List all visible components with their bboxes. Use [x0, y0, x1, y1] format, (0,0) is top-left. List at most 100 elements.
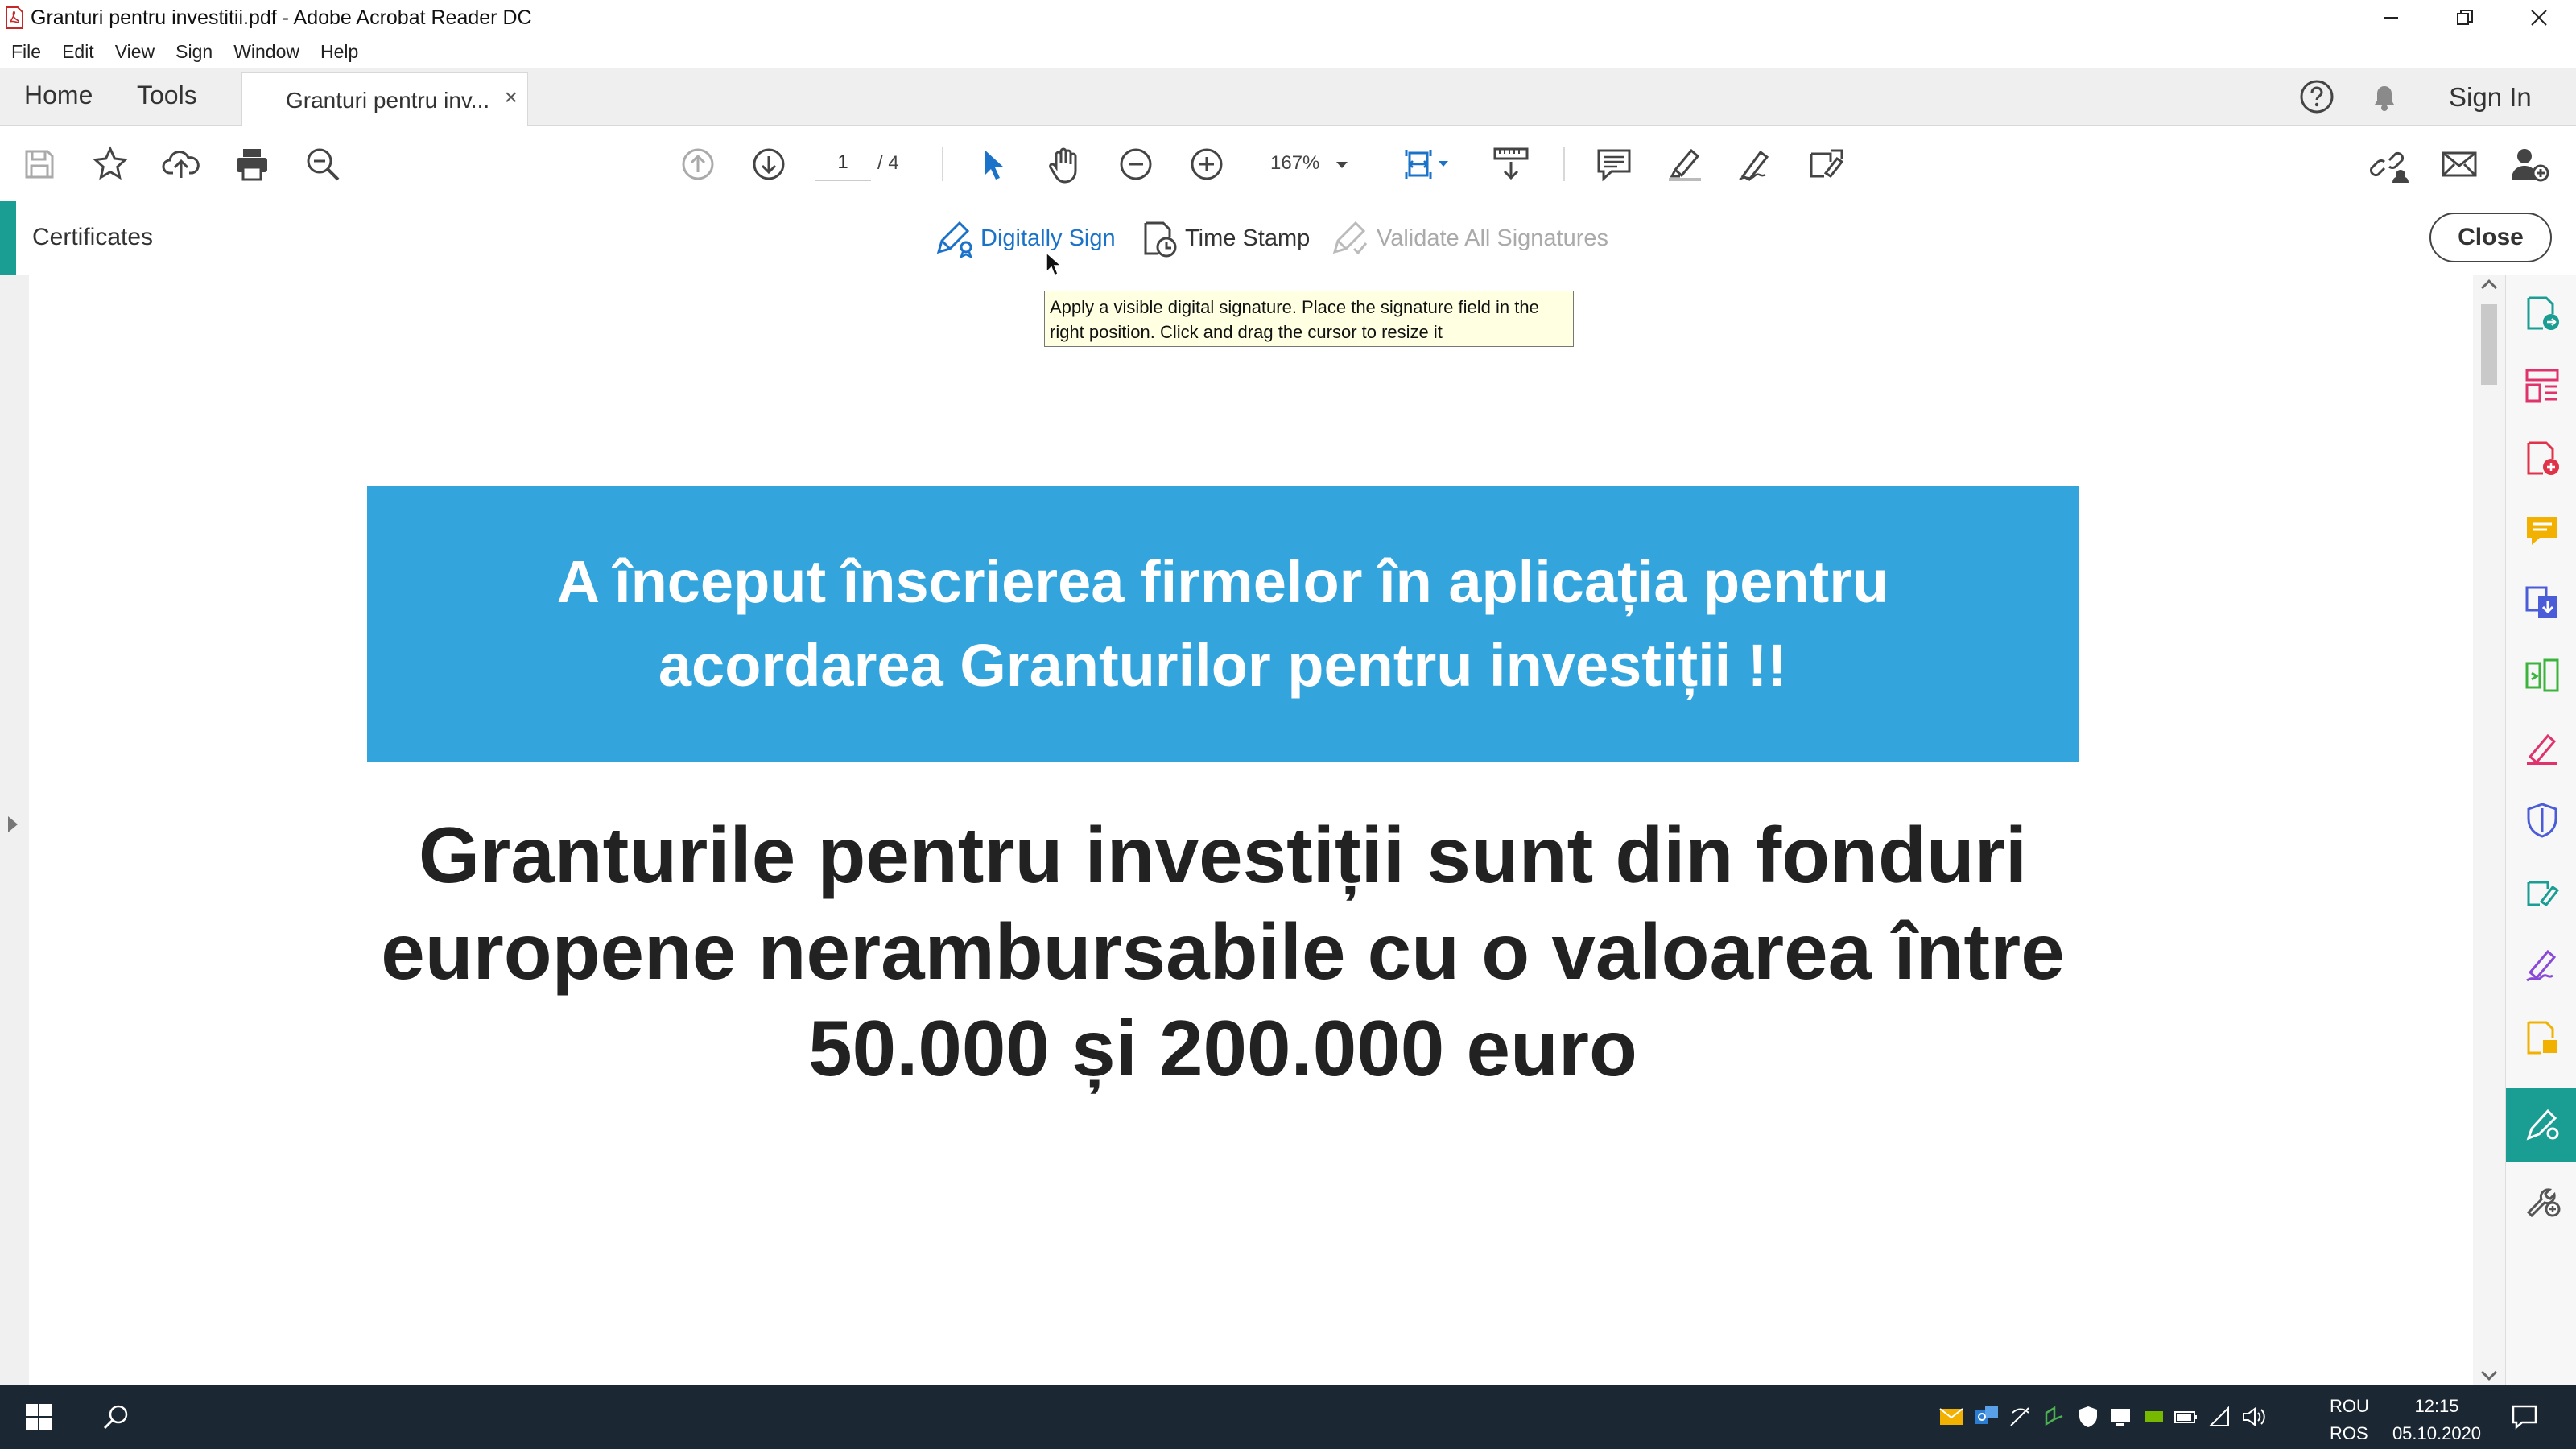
input-language[interactable]: ROU ROS	[2330, 1393, 2369, 1447]
taskbar-search-icon[interactable]	[100, 1401, 132, 1433]
request-signatures-icon[interactable]	[2522, 945, 2562, 985]
time-stamp-label: Time Stamp	[1185, 225, 1311, 251]
more-tools-wrench-icon[interactable]	[2522, 1179, 2562, 1219]
comment-tool-icon[interactable]	[2522, 510, 2562, 551]
banner-text: A început înscrierea firmelor în aplicaț…	[556, 548, 1889, 699]
menu-window[interactable]: Window	[233, 41, 299, 63]
page-number-input[interactable]	[815, 146, 871, 181]
scrollbar-thumb[interactable]	[2481, 304, 2497, 385]
nvidia-tray-icon[interactable]	[2138, 1401, 2170, 1433]
certificates-tool-icon[interactable]	[2522, 1104, 2562, 1145]
wifi-tools-tray-icon[interactable]	[2004, 1401, 2037, 1433]
scroll-down-arrow-icon[interactable]	[2481, 1364, 2497, 1381]
fill-and-sign-icon[interactable]	[2522, 728, 2562, 768]
close-window-button[interactable]	[2502, 0, 2576, 35]
scrolling-mode-icon[interactable]	[1491, 144, 1531, 184]
zoom-out-icon[interactable]	[1116, 144, 1156, 184]
save-icon[interactable]	[19, 144, 60, 184]
menu-view[interactable]: View	[115, 41, 155, 63]
next-page-icon[interactable]	[749, 144, 789, 184]
restore-button[interactable]	[2428, 0, 2502, 35]
time-stamp-clock-icon	[1138, 217, 1180, 259]
pdf-file-icon	[5, 6, 24, 29]
send-for-signature-tool-icon[interactable]	[2522, 873, 2562, 913]
toolbar-divider	[1563, 147, 1565, 181]
windows-start-icon[interactable]	[23, 1401, 55, 1433]
window-title: Granturi pentru investitii.pdf - Adobe A…	[31, 6, 532, 29]
sync-tray-icon[interactable]	[2038, 1401, 2070, 1433]
tab-bar: Home Tools Granturi pentru inv... × Sign…	[0, 68, 2576, 126]
validate-all-signatures-button[interactable]: Validate All Signatures	[1330, 217, 1608, 259]
prepare-form-icon[interactable]	[2522, 1018, 2562, 1058]
digitally-sign-label: Digitally Sign	[980, 225, 1116, 251]
defender-tray-icon[interactable]	[2072, 1401, 2104, 1433]
share-link-icon[interactable]	[2368, 144, 2409, 184]
battery-tray-icon[interactable]	[2170, 1401, 2202, 1433]
fill-sign-icon[interactable]	[1736, 144, 1776, 184]
select-cursor-icon[interactable]	[972, 144, 1013, 184]
time-stamp-button[interactable]: Time Stamp	[1138, 217, 1310, 259]
tab-tools[interactable]: Tools	[137, 80, 197, 110]
keyboard-layout: ROS	[2330, 1423, 2368, 1443]
menu-file[interactable]: File	[11, 41, 41, 63]
highlight-pen-icon[interactable]	[1665, 144, 1705, 184]
add-user-icon[interactable]	[2510, 144, 2550, 184]
bookmark-star-icon[interactable]	[90, 144, 130, 184]
menu-help[interactable]: Help	[320, 41, 358, 63]
main-toolbar: / 4 167%	[0, 126, 2576, 200]
volume-tray-icon[interactable]	[2238, 1401, 2270, 1433]
notifications-bell-icon[interactable]	[2367, 79, 2402, 118]
tab-document[interactable]: Granturi pentru inv... ×	[242, 72, 528, 126]
mouse-cursor-icon	[1045, 251, 1063, 281]
close-certificates-button[interactable]: Close	[2429, 213, 2552, 262]
hand-tool-icon[interactable]	[1045, 144, 1085, 184]
zoom-dropdown-icon[interactable]	[1330, 144, 1354, 184]
page-total: / 4	[877, 152, 899, 174]
help-icon[interactable]	[2299, 79, 2334, 118]
close-tab-icon[interactable]: ×	[505, 85, 518, 110]
zoom-level-select[interactable]: 167%	[1270, 152, 1319, 175]
combine-files-icon[interactable]	[2522, 583, 2562, 623]
export-pdf-icon[interactable]	[2522, 293, 2562, 333]
expand-pane-arrow-icon[interactable]	[8, 816, 18, 832]
network-wifi-tray-icon[interactable]	[2204, 1401, 2236, 1433]
display-tray-icon[interactable]	[2104, 1401, 2136, 1433]
organize-pages-icon[interactable]	[2522, 365, 2562, 406]
edit-pdf-icon[interactable]	[2522, 655, 2562, 696]
vertical-scrollbar[interactable]	[2473, 275, 2505, 1385]
send-for-signature-icon[interactable]	[1806, 144, 1847, 184]
tab-home[interactable]: Home	[24, 80, 93, 110]
zoom-in-icon[interactable]	[1187, 144, 1227, 184]
certificates-bar: Certificates Digitally Sign Time Stamp V…	[0, 201, 2576, 275]
scroll-up-arrow-icon[interactable]	[2481, 279, 2497, 295]
print-icon[interactable]	[232, 144, 272, 184]
action-center-icon[interactable]	[2508, 1401, 2541, 1433]
sign-in-button[interactable]: Sign In	[2449, 82, 2532, 113]
left-navigation-pane	[0, 275, 29, 1385]
comment-icon[interactable]	[1594, 144, 1634, 184]
taskbar-clock[interactable]: 12:15 05.10.2020	[2384, 1393, 2489, 1447]
language-code: ROU	[2330, 1396, 2369, 1416]
document-banner: A început înscrierea firmelor în aplicaț…	[367, 486, 2079, 762]
upload-cloud-icon[interactable]	[161, 144, 201, 184]
outlook-tray-icon[interactable]	[1971, 1401, 2003, 1433]
menu-sign[interactable]: Sign	[175, 41, 213, 63]
tab-document-label: Granturi pentru inv...	[286, 88, 490, 113]
menu-edit[interactable]: Edit	[62, 41, 94, 63]
document-heading: Granturile pentru investiții sunt din fo…	[381, 811, 2065, 1092]
fit-page-icon[interactable]	[1401, 144, 1454, 184]
toolbar-divider	[942, 147, 943, 181]
windows-taskbar: ROU ROS 12:15 05.10.2020	[0, 1385, 2576, 1449]
clock-time: 12:15	[2414, 1396, 2459, 1416]
create-pdf-icon[interactable]	[2522, 438, 2562, 478]
protect-shield-icon[interactable]	[2522, 800, 2562, 840]
mail-tray-icon[interactable]	[1935, 1401, 1967, 1433]
menu-bar: File Edit View Sign Window Help	[0, 35, 2576, 68]
digitally-sign-button[interactable]: Digitally Sign	[934, 217, 1116, 259]
title-bar: Granturi pentru investitii.pdf - Adobe A…	[0, 0, 2576, 35]
search-zoom-icon[interactable]	[303, 144, 343, 184]
previous-page-icon[interactable]	[678, 144, 718, 184]
email-envelope-icon[interactable]	[2439, 144, 2479, 184]
minimize-button[interactable]	[2354, 0, 2428, 35]
certificates-accent-strip	[0, 201, 16, 275]
